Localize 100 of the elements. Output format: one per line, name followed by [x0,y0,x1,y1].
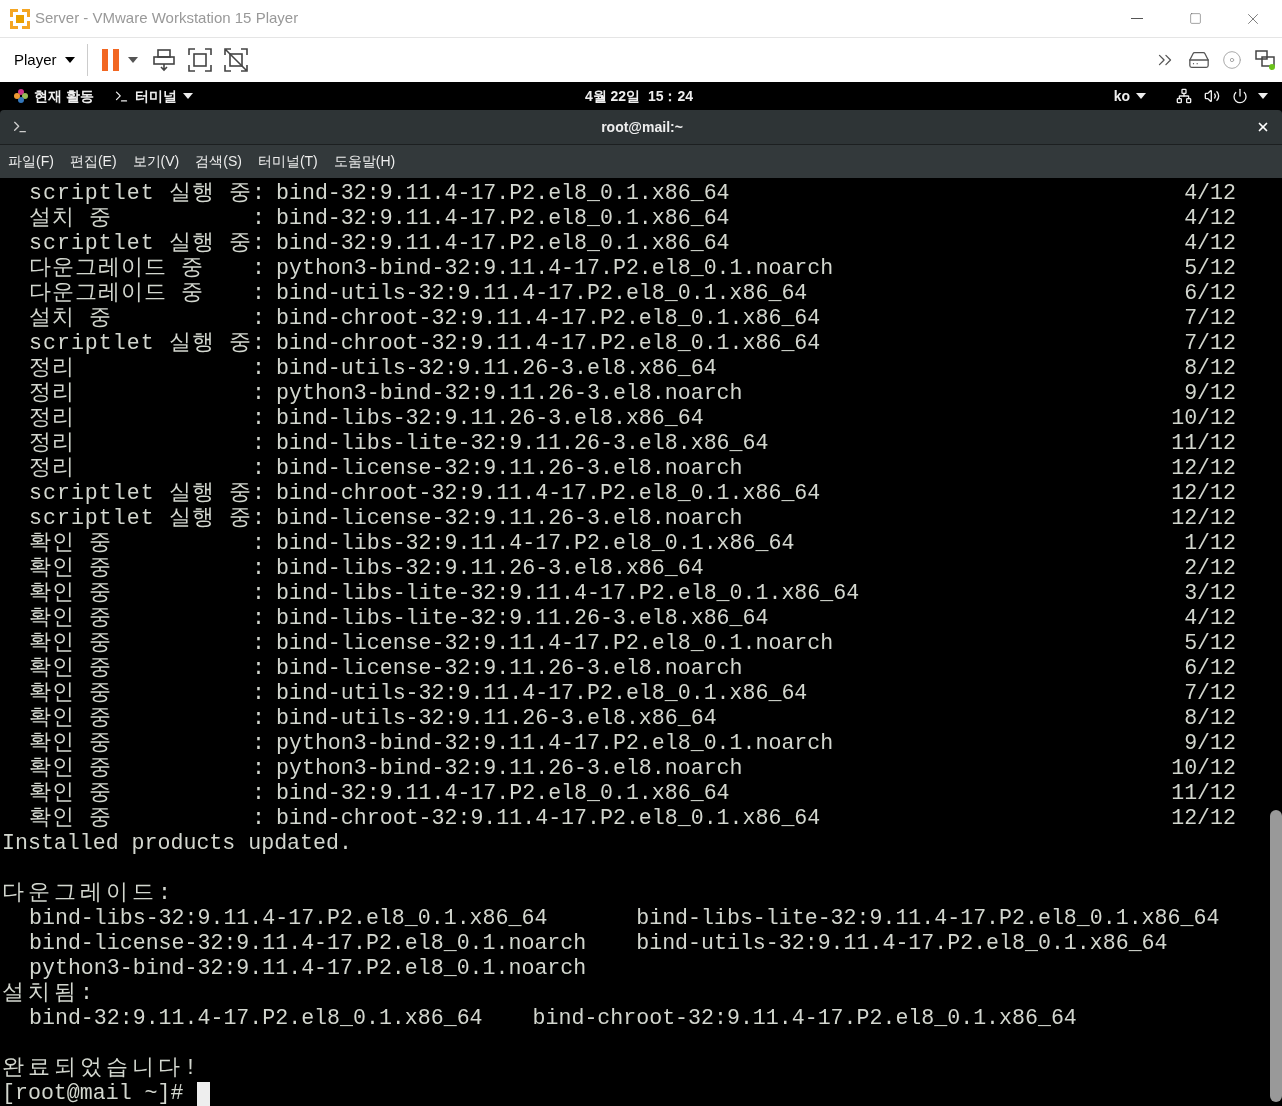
terminal-text: : [252,231,265,255]
terminal-text: : [252,606,265,630]
terminal-text: 완료되었습니다! [2,1056,201,1080]
terminal-text: bind-utils-32:9.11.4-17.P2.el8_0.1.x86_64 [276,681,809,706]
send-keys-icon[interactable] [151,48,176,72]
terminal-text: 정리 [29,406,75,430]
network-adapter-icon[interactable] [1254,49,1276,71]
terminal-text: 5/12 [1184,631,1236,656]
terminal-text: 확인 중 [29,606,112,630]
terminal-text: : [252,356,265,380]
clock[interactable]: 4월 22일 15：24 [584,85,694,107]
cursor [197,1081,211,1106]
terminal-text: 6/12 [1184,281,1236,306]
terminal-text: bind-utils-32:9.11.26-3.el8.x86_64 [276,356,718,381]
terminal-text: : [252,706,265,730]
activities-button[interactable]: 현재 활동 [14,85,94,107]
terminal-text: scriptlet 실행 중 [29,181,252,205]
pause-icon [101,49,120,71]
menu-item[interactable]: 검색(S) [195,151,242,172]
terminal-text: scriptlet 실행 중 [29,331,252,355]
menu-item[interactable]: 파일(F) [8,151,54,172]
close-button[interactable] [1256,120,1270,134]
terminal-text: bind-libs-32:9.11.26-3.el8.x86_64 [276,406,705,431]
terminal-text: 정리 [29,431,75,455]
terminal-text: bind-libs-32:9.11.4-17.P2.el8_0.1.x86_64 [276,531,796,556]
power-icon[interactable] [1232,88,1248,104]
terminal-text: Installed products updated. [2,831,352,855]
terminal-text: : [252,456,265,480]
volume-icon[interactable] [1204,88,1220,104]
caret-icon [182,93,193,99]
caret-icon [127,57,138,63]
caret-icon [1258,93,1268,99]
terminal-text: python3-bind-32:9.11.4-17.P2.el8_0.1.noarch [29,956,587,981]
terminal-text: python3-bind-32:9.11.4-17.P2.el8_0.1.noarch [276,731,835,756]
player-menu[interactable]: Player [14,48,75,72]
window-title: Server - VMware Workstation 15 Player [35,8,299,29]
terminal-text: : [252,281,265,305]
terminal-text: : [252,406,265,430]
terminal-text: 3/12 [1184,581,1236,606]
unity-icon[interactable] [223,48,248,72]
terminal-text: 8/12 [1184,706,1236,731]
terminal-text: : [252,581,265,605]
terminal-text: : [252,781,265,805]
network-icon[interactable] [1176,88,1192,104]
terminal-text: : [252,481,265,505]
app-menu[interactable]: 터미널 [113,85,193,107]
input-method-menu[interactable]: ko [1113,85,1146,107]
terminal-text: bind-libs-32:9.11.26-3.el8.x86_64 [276,556,705,581]
terminal-text: bind-license-32:9.11.26-3.el8.noarch [276,506,744,531]
pause-button[interactable] [101,49,138,71]
terminal-text: bind-32:9.11.4-17.P2.el8_0.1.x86_64 [276,181,731,206]
fullscreen-icon[interactable] [187,48,212,72]
app-logo-icon [10,8,30,29]
terminal-text: : [252,206,265,230]
terminal-text: 5/12 [1184,256,1236,281]
terminal-text: : [252,556,265,580]
terminal-text: 12/12 [1171,481,1236,506]
terminal-text: bind-libs-lite-32:9.11.4-17.P2.el8_0.1.x86_64 [276,581,861,606]
terminal-text: 확인 중 [29,756,112,780]
terminal-icon [113,88,129,104]
menu-item[interactable]: 편집(E) [69,151,117,172]
terminal-text: : [252,681,265,705]
terminal-text: : [252,806,265,830]
terminal-text: python3-bind-32:9.11.26-3.el8.noarch [276,381,744,406]
caret-icon [64,57,75,63]
terminal-icon [12,119,28,135]
terminal-text: bind-32:9.11.4-17.P2.el8_0.1.x86_64 [276,231,731,256]
terminal-text: 설치 중 [29,206,112,230]
terminal-prompt: [root@mail ~]# [2,1081,184,1106]
terminal-text: python3-bind-32:9.11.4-17.P2.el8_0.1.noarch [276,256,835,281]
caret-icon [1136,93,1146,99]
terminal-text: 정리 [29,456,75,480]
menu-item[interactable]: 도움말(H) [333,151,396,172]
terminal-text: 확인 중 [29,531,112,555]
terminal-text: 11/12 [1171,431,1236,456]
terminal-text: 정리 [29,356,75,380]
terminal-text: bind-32:9.11.4-17.P2.el8_0.1.x86_64 [276,781,731,806]
terminal-text: bind-chroot-32:9.11.4-17.P2.el8_0.1.x86_64 [276,481,822,506]
terminal-text: bind-libs-lite-32:9.11.4-17.P2.el8_0.1.x86_64 [636,906,1220,931]
terminal-text: 확인 중 [29,731,112,755]
terminal-text: scriptlet 실행 중 [29,481,252,505]
terminal-text: scriptlet 실행 중 [29,231,252,255]
terminal-text: 설치됨: [2,981,97,1005]
terminal-text: 4/12 [1184,206,1236,231]
terminal-text: scriptlet 실행 중 [29,506,252,530]
terminal-text: 7/12 [1184,306,1236,331]
terminal-text: bind-utils-32:9.11.26-3.el8.x86_64 [276,706,718,731]
terminal-text: 확인 중 [29,681,112,705]
terminal-text: 다운그레이드 중 [29,281,204,305]
terminal-text: bind-chroot-32:9.11.4-17.P2.el8_0.1.x86_64 [276,806,822,831]
terminal-text: bind-utils-32:9.11.4-17.P2.el8_0.1.x86_64 [276,281,809,306]
terminal-text: 4/12 [1184,231,1236,256]
menu-item[interactable]: 보기(V) [132,151,180,172]
terminal-text: bind-license-32:9.11.26-3.el8.noarch [276,656,744,681]
terminal-text: bind-chroot-32:9.11.4-17.P2.el8_0.1.x86_64 [276,331,822,356]
terminal-title: root@mail:~ [601,117,683,137]
terminal-text: 7/12 [1184,681,1236,706]
menu-item[interactable]: 터미널(T) [257,151,318,172]
terminal-text: 10/12 [1171,406,1236,431]
terminal-text: : [252,431,265,455]
